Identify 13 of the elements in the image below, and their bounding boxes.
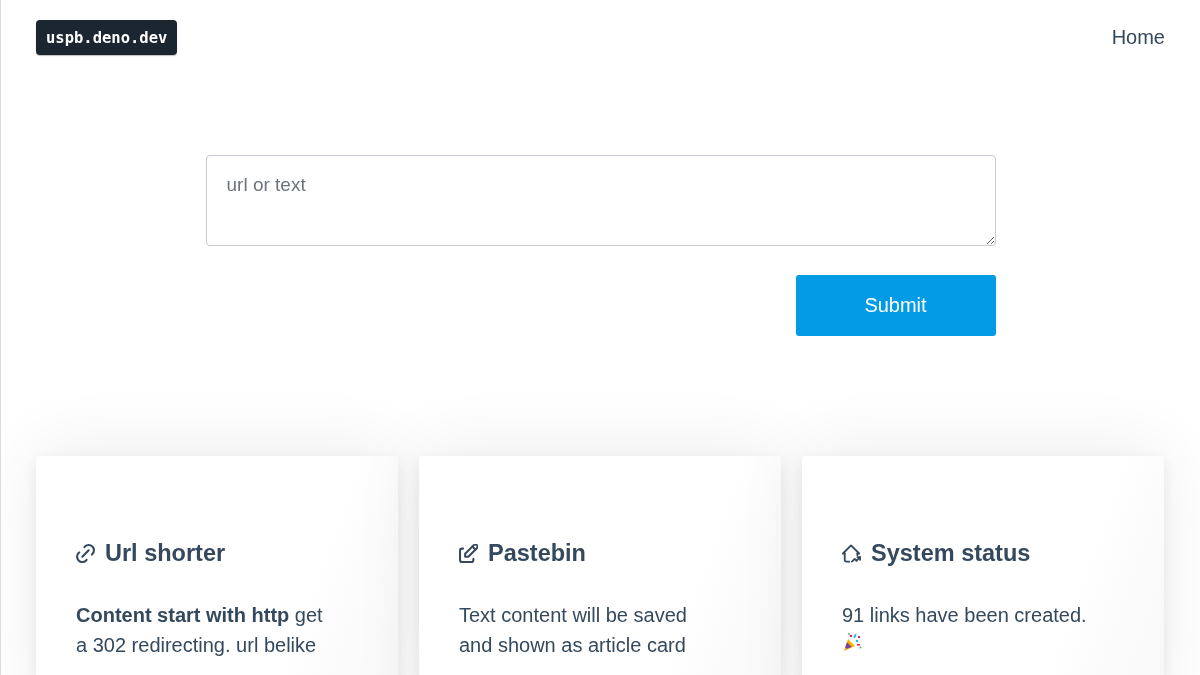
- card-title: System status: [871, 539, 1031, 567]
- link-icon: [76, 543, 95, 563]
- party-popper-icon: [842, 632, 862, 652]
- card-text: 91 links have been created.: [842, 603, 1088, 628]
- input-field[interactable]: url or text: [205, 155, 996, 246]
- card-title: Url shorter: [105, 539, 226, 567]
- card-text: Text content will be saved and shown as article card: [459, 603, 688, 658]
- site-logo[interactable]: uspb.deno.dev: [36, 20, 178, 55]
- edit-icon: [459, 543, 478, 563]
- card-title: Pastebin: [488, 539, 586, 567]
- house-chart-icon: [842, 543, 861, 563]
- card-text: Content start with http get a 302 redirecting. url belike: [76, 603, 324, 658]
- nav-link[interactable]: Home: [1111, 26, 1165, 48]
